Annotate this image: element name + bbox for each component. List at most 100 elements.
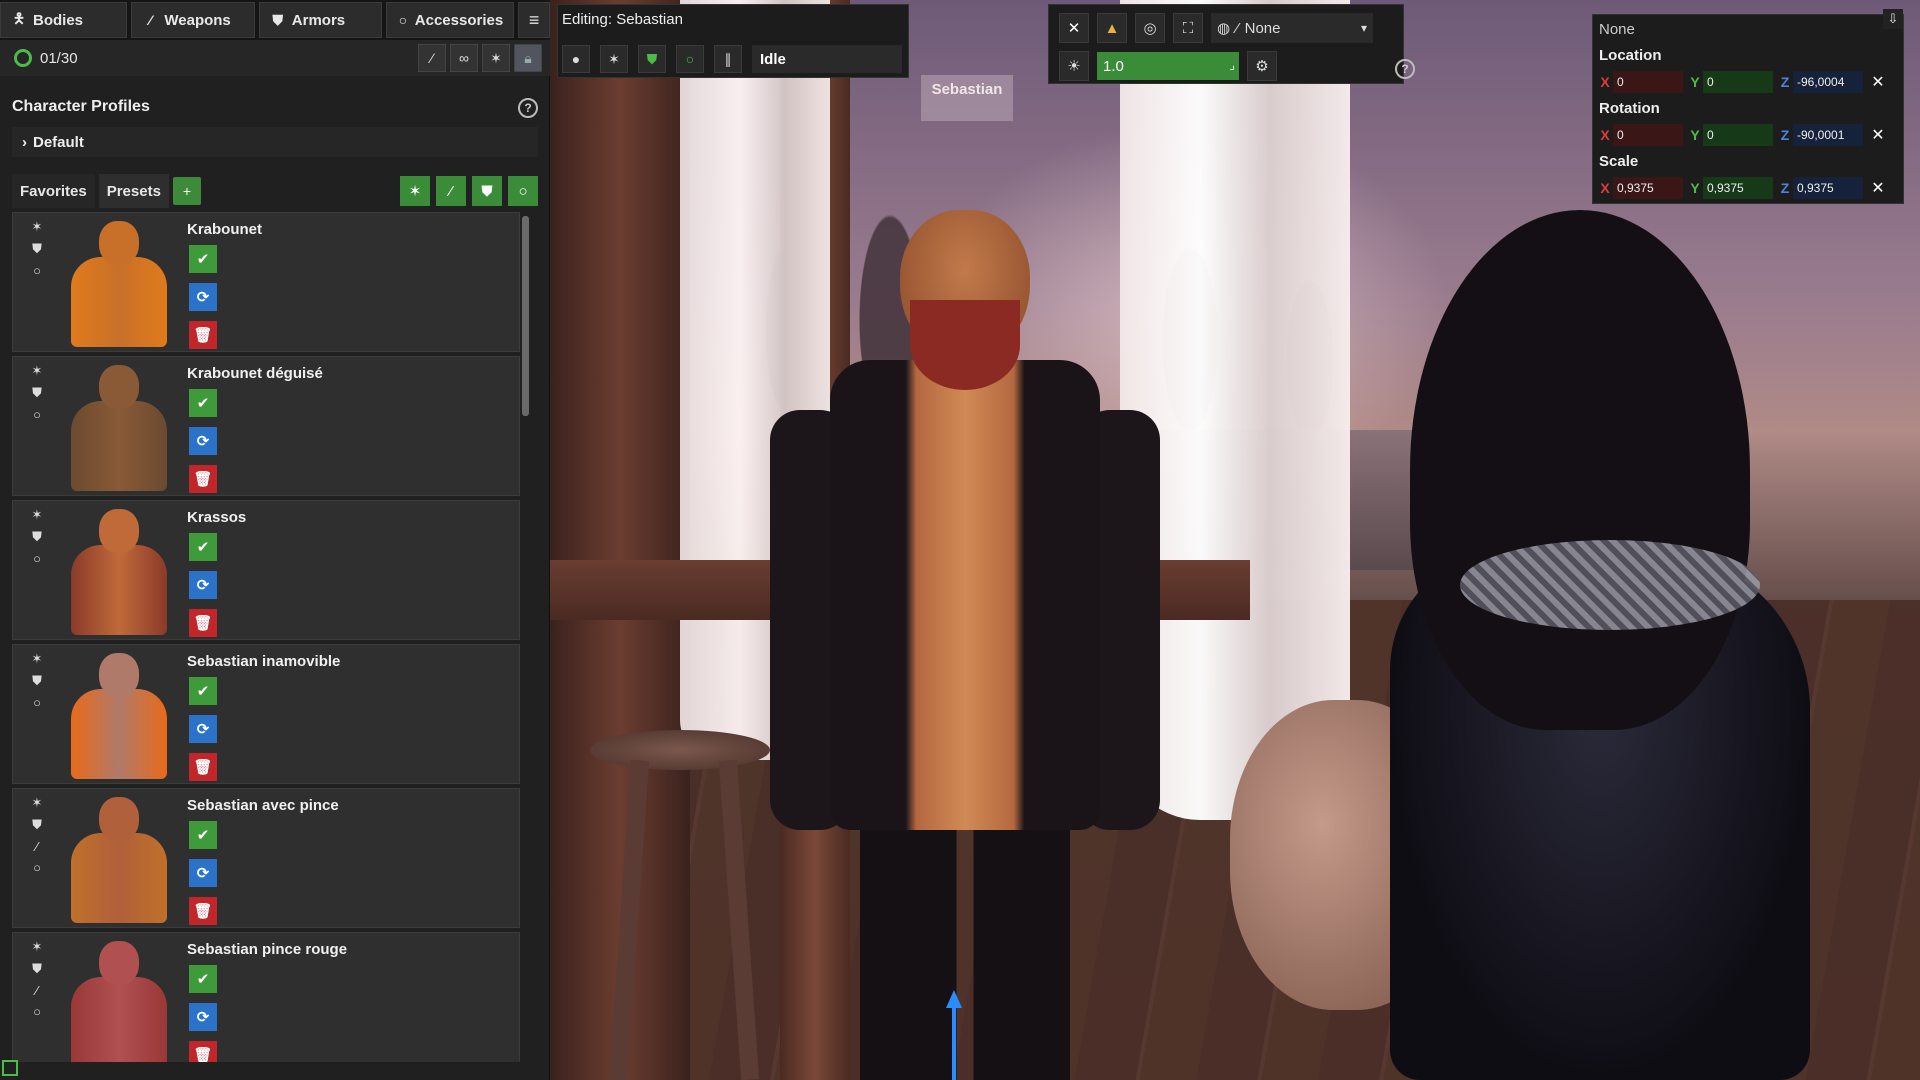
preset-card[interactable]: ✶ ⛊ ⁄ ○ Sebastian avec pince ✔ ⟳ 🗑︎: [12, 788, 520, 928]
reset-rotation-button[interactable]: ✕: [1867, 124, 1889, 146]
close-button[interactable]: ✕: [1059, 13, 1089, 43]
axis-y-label: Y: [1690, 127, 1700, 143]
location-z-input[interactable]: -96,0004: [1793, 71, 1863, 93]
scale-x-input[interactable]: 0,9375: [1613, 177, 1683, 199]
tab-accessories[interactable]: ○ Accessories: [386, 2, 515, 38]
character-beard: [910, 300, 1020, 390]
location-x-input[interactable]: 0: [1613, 71, 1683, 93]
weapon-filter-button[interactable]: ⁄: [418, 44, 446, 72]
update-preset-button[interactable]: ⟳: [189, 571, 217, 599]
chevron-right-icon: ›: [22, 133, 27, 151]
delete-preset-button[interactable]: 🗑︎: [189, 897, 217, 925]
shield-icon: ⛊: [272, 11, 284, 28]
apply-preset-button[interactable]: ✔: [189, 677, 217, 705]
body-button[interactable]: ✶: [600, 45, 628, 73]
character-npc[interactable]: [1310, 210, 1870, 1080]
preset-category-icons: ✶ ⛊ ⁄ ○: [29, 939, 45, 1019]
delete-preset-button[interactable]: 🗑︎: [189, 753, 217, 781]
rotation-x-input[interactable]: 0: [1613, 124, 1683, 146]
apply-preset-button[interactable]: ✔: [189, 389, 217, 417]
preset-thumbnail: [49, 215, 187, 347]
focus-button[interactable]: ⛶: [1173, 13, 1203, 43]
apply-preset-button[interactable]: ✔: [189, 965, 217, 993]
target-select[interactable]: ◍ ⁄ None ▾: [1211, 13, 1373, 43]
preset-name: Sebastian avec pince: [187, 797, 339, 814]
gear-icon: ⚙: [1255, 58, 1269, 75]
transform-gizmo-arrow[interactable]: [946, 990, 962, 1008]
armor-button[interactable]: ⛊: [638, 45, 666, 73]
preset-card[interactable]: ✶ ⛊ ○ Krabounet ✔ ⟳ 🗑︎: [12, 212, 520, 352]
speed-slider[interactable]: 1.0 ⌟: [1097, 52, 1239, 80]
rotation-y-input[interactable]: 0: [1703, 124, 1773, 146]
reset-location-button[interactable]: ✕: [1867, 71, 1889, 93]
axis-x-label: X: [1600, 180, 1610, 196]
sun-button[interactable]: ☀: [1059, 51, 1089, 81]
scale-y-input[interactable]: 0,9375: [1703, 177, 1773, 199]
sword-icon: ⁄: [35, 983, 39, 998]
light-button[interactable]: ▲: [1097, 13, 1127, 43]
animation-select[interactable]: Idle: [752, 45, 902, 73]
panel-corner-icon[interactable]: [2, 1060, 18, 1076]
filter-armor-button[interactable]: ⛊: [472, 176, 502, 206]
check-icon: ✔: [196, 251, 210, 268]
slot-counter-bar: 01/30 ⁄ ∞ ✶ 🔒︎: [0, 40, 550, 76]
preset-card[interactable]: ✶ ⛊ ⁄ ○ Sebastian pince rouge ✔ ⟳ 🗑︎: [12, 932, 520, 1062]
tab-presets[interactable]: Presets: [98, 174, 169, 208]
profile-dropdown[interactable]: › Default: [12, 127, 538, 157]
update-preset-button[interactable]: ⟳: [189, 1003, 217, 1031]
lock-button[interactable]: 🔒︎: [514, 44, 542, 72]
preset-thumbnail: [49, 791, 187, 923]
settings-button[interactable]: ⚙: [1247, 51, 1277, 81]
add-user-icon: +: [182, 183, 192, 199]
update-preset-button[interactable]: ⟳: [189, 715, 217, 743]
ring-icon: ○: [33, 860, 41, 875]
tab-weapons[interactable]: ⁄ Weapons: [131, 2, 255, 38]
pause-button[interactable]: ∥: [714, 45, 742, 73]
filter-accessory-button[interactable]: ○: [508, 176, 538, 206]
target-button[interactable]: ◎: [1135, 13, 1165, 43]
apply-preset-button[interactable]: ✔: [189, 821, 217, 849]
update-preset-button[interactable]: ⟳: [189, 427, 217, 455]
transform-gizmo-axis[interactable]: [952, 1000, 956, 1080]
axis-z-label: Z: [1780, 127, 1790, 143]
tab-favorites[interactable]: Favorites: [12, 174, 95, 208]
sword-icon: ⁄: [449, 182, 453, 200]
character-sebastian[interactable]: [750, 210, 1170, 1080]
rotation-z-input[interactable]: -90,0001: [1793, 124, 1863, 146]
preset-card[interactable]: ✶ ⛊ ○ Sebastian inamovible ✔ ⟳ 🗑︎: [12, 644, 520, 784]
tab-bodies[interactable]: 🯅 Bodies: [0, 2, 128, 38]
update-preset-button[interactable]: ⟳: [189, 283, 217, 311]
apply-preset-button[interactable]: ✔: [189, 245, 217, 273]
add-preset-button[interactable]: +: [172, 177, 201, 205]
figure-icon: ✶: [31, 363, 43, 378]
delete-preset-button[interactable]: 🗑︎: [189, 321, 217, 349]
tab-armors[interactable]: ⛊ Armors: [258, 2, 383, 38]
download-icon[interactable]: ⇩: [1883, 9, 1903, 29]
link-button[interactable]: ∞: [450, 44, 478, 72]
location-y-input[interactable]: 0: [1703, 71, 1773, 93]
filter-weapon-button[interactable]: ⁄: [436, 176, 466, 206]
preset-name: Krabounet déguisé: [187, 365, 323, 382]
body-filter-button[interactable]: ✶: [482, 44, 510, 72]
check-icon: ✔: [196, 395, 210, 412]
reset-scale-button[interactable]: ✕: [1867, 177, 1889, 199]
update-preset-button[interactable]: ⟳: [189, 859, 217, 887]
delete-preset-button[interactable]: 🗑︎: [189, 1041, 217, 1062]
delete-preset-button[interactable]: 🗑︎: [189, 609, 217, 637]
preset-thumbnail: [49, 503, 187, 635]
accessory-button[interactable]: ○: [676, 45, 704, 73]
delete-preset-button[interactable]: 🗑︎: [189, 465, 217, 493]
character-panel: 🯅 Bodies ⁄ Weapons ⛊ Armors ○ Accessorie…: [0, 0, 551, 1080]
thumbnail-body: [71, 833, 167, 923]
scrollbar[interactable]: [522, 216, 529, 416]
help-icon[interactable]: ?: [1395, 59, 1415, 79]
scale-z-input[interactable]: 0,9375: [1793, 177, 1863, 199]
filter-body-button[interactable]: ✶: [400, 176, 430, 206]
preset-card[interactable]: ✶ ⛊ ○ Krassos ✔ ⟳ 🗑︎: [12, 500, 520, 640]
apply-preset-button[interactable]: ✔: [189, 533, 217, 561]
preset-card[interactable]: ✶ ⛊ ○ Krabounet déguisé ✔ ⟳ 🗑︎: [12, 356, 520, 496]
hamburger-menu-button[interactable]: ≡: [518, 2, 551, 38]
refresh-icon: ⟳: [196, 433, 210, 450]
head-button[interactable]: ●: [562, 45, 590, 73]
help-icon[interactable]: ?: [518, 98, 538, 118]
